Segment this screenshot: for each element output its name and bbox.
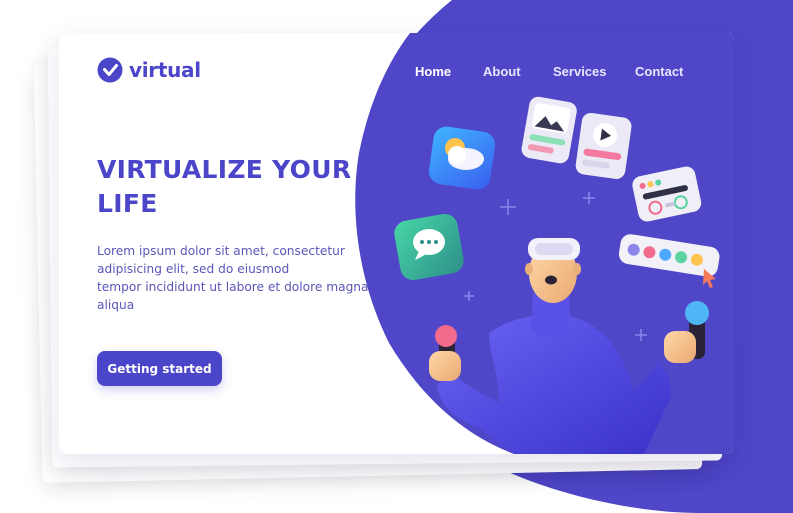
landing-card: virtual Home About Services Contact VIRT… xyxy=(59,33,734,454)
landing-page-mockup: virtual Home About Services Contact VIRT… xyxy=(0,0,793,513)
vr-illustration xyxy=(394,96,720,454)
vr-person-figure xyxy=(429,238,709,454)
settings-card-icon xyxy=(632,166,702,222)
weather-app-icon xyxy=(428,126,496,190)
gallery-card-icon xyxy=(521,96,577,164)
chat-app-icon xyxy=(394,213,464,281)
video-card-icon xyxy=(575,112,632,179)
